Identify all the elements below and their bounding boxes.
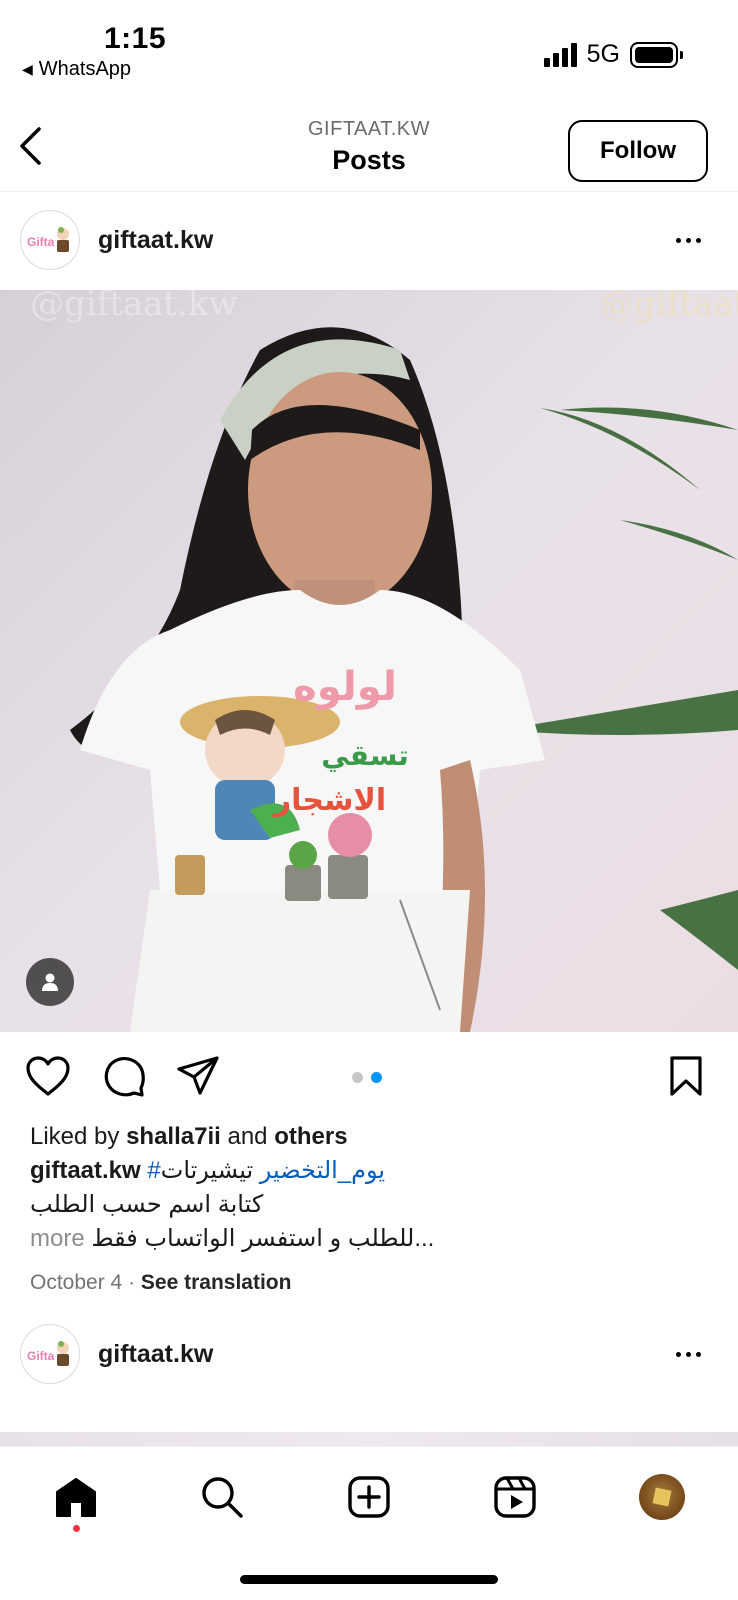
home-indicator [240, 1575, 498, 1584]
back-to-app-link[interactable]: ◀ WhatsApp [22, 58, 131, 81]
caption-text-3: للطلب و استفسر الواتساب فقط... [91, 1225, 435, 1252]
post-caption: Liked by shalla7ii and others giftaat.kw… [30, 1120, 710, 1300]
post-header: Gifta giftaat.kw [0, 192, 738, 288]
follow-button[interactable]: Follow [568, 120, 708, 182]
send-paper-plane-icon [177, 1056, 219, 1095]
svg-text:Gifta: Gifta [27, 1349, 55, 1363]
back-app-label: WhatsApp [38, 58, 132, 80]
back-triangle-icon: ◀ [22, 61, 33, 77]
comment-bubble-icon [104, 1057, 145, 1097]
liked-by-line: Liked by shalla7ii and others [30, 1120, 710, 1154]
post-photo: لولوه تسقي الاشجار @giftaat.kw @giftaat.… [0, 290, 738, 1032]
battery-icon [630, 41, 683, 68]
post-image[interactable]: لولوه تسقي الاشجار @giftaat.kw @giftaat.… [0, 290, 738, 1032]
shirt-text-name: لولوه [293, 664, 397, 710]
save-button[interactable] [662, 1052, 710, 1100]
liked-by-prefix: Liked by [30, 1123, 120, 1150]
watermark-left: @giftaat.kw [30, 290, 238, 324]
status-time: 1:15 [104, 22, 167, 55]
caption-line-1: giftaat.kw #يوم_التخضير تيشيرتات [30, 1154, 710, 1188]
bookmark-icon [670, 1056, 702, 1096]
caption-more-link[interactable]: more [30, 1225, 85, 1252]
profile-avatar [639, 1474, 685, 1520]
comment-button[interactable] [100, 1052, 148, 1100]
carousel-dot-active [371, 1072, 382, 1083]
page-header: GIFTAAT.KW Posts Follow [0, 100, 738, 192]
home-notification-dot [73, 1525, 80, 1532]
caption-line-3: more للطلب و استفسر الواتساب فقط... [30, 1222, 710, 1256]
liked-by-user-link[interactable]: shalla7ii [126, 1123, 221, 1150]
caption-username[interactable]: giftaat.kw [30, 1157, 141, 1184]
share-button[interactable] [174, 1052, 222, 1100]
post-meta: October 4 · See translation [30, 1266, 710, 1300]
caption-line-2: كتابة اسم حسب الطلب [30, 1191, 264, 1218]
search-icon [202, 1477, 243, 1518]
like-button[interactable] [24, 1052, 72, 1100]
network-label: 5G [586, 40, 620, 68]
shirt-text-verb: تسقي [321, 739, 409, 772]
signal-icon [543, 42, 577, 67]
next-post-header: Gifta giftaat.kw [0, 1306, 738, 1402]
nav-reels[interactable] [489, 1471, 541, 1523]
giftaat-logo-icon: Gifta [27, 227, 69, 252]
avatar[interactable]: Gifta [20, 210, 80, 270]
next-post-image-peek [0, 1432, 738, 1446]
svg-text:Gifta: Gifta [27, 235, 55, 249]
liked-by-others-link[interactable]: others [274, 1123, 347, 1150]
nav-create[interactable] [343, 1471, 395, 1523]
plus-square-icon [348, 1476, 390, 1518]
next-post-username[interactable]: giftaat.kw [98, 1340, 213, 1369]
see-translation-link[interactable]: See translation [141, 1271, 292, 1294]
carousel-indicator [352, 1072, 382, 1083]
next-post-more-button[interactable] [668, 1339, 708, 1369]
giftaat-logo-icon: Gifta [27, 1341, 69, 1366]
nav-home[interactable] [50, 1471, 102, 1523]
status-indicators: 5G [543, 40, 683, 69]
bottom-nav [0, 1446, 738, 1600]
shirt-text-object: الاشجار [272, 783, 386, 818]
status-bar: 1:15 ◀ WhatsApp 5G [0, 0, 738, 90]
meta-separator: · [128, 1271, 136, 1294]
caption-text: تيشيرتات [160, 1157, 254, 1184]
nav-profile[interactable] [636, 1471, 688, 1523]
more-options-button[interactable] [668, 225, 708, 255]
home-icon [56, 1478, 96, 1517]
post-actions [0, 1040, 738, 1112]
heart-icon [26, 1056, 70, 1096]
person-tag-icon [42, 973, 58, 991]
post-date: October 4 [30, 1271, 123, 1294]
next-post-avatar[interactable]: Gifta [20, 1324, 80, 1384]
liked-by-and: and [227, 1123, 268, 1150]
carousel-dot [352, 1072, 363, 1083]
reels-icon [494, 1476, 536, 1518]
post-username[interactable]: giftaat.kw [98, 226, 213, 255]
tagged-people-button[interactable] [26, 958, 74, 1006]
watermark-right: @giftaat.kw [600, 290, 738, 324]
nav-search[interactable] [196, 1471, 248, 1523]
